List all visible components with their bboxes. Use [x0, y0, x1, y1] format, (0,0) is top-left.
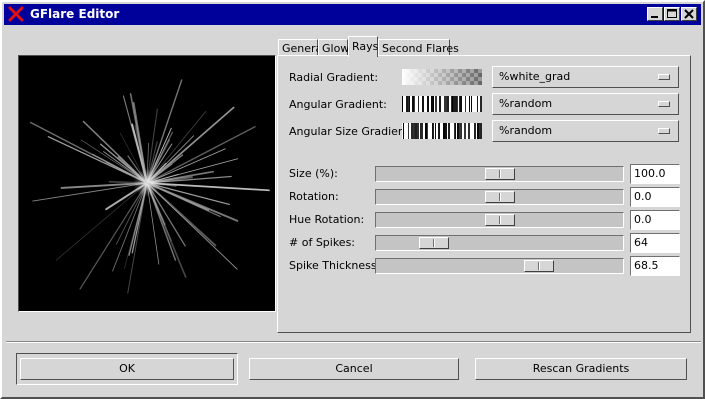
rescan-gradients-button[interactable]: Rescan Gradients [475, 358, 687, 380]
option-menu-indicator-icon [658, 128, 670, 134]
hue-rotation-entry[interactable]: 0.0 [630, 210, 680, 230]
spike-thickness-slider[interactable] [375, 258, 624, 274]
radial-gradient-menu[interactable]: %white_grad [492, 66, 679, 88]
maximize-icon [667, 9, 677, 18]
radial-gradient-value: %white_grad [499, 70, 571, 83]
tab-rays[interactable]: Rays [348, 36, 378, 57]
close-icon [684, 9, 694, 19]
flare-rays-image [29, 79, 270, 294]
spikes-slider[interactable] [375, 235, 624, 251]
spike-thickness-slider-thumb[interactable] [524, 260, 554, 272]
size-label: Size (%): [289, 167, 338, 180]
size-slider-thumb[interactable] [485, 168, 515, 180]
radial-gradient-swatch [402, 69, 482, 85]
cancel-button[interactable]: Cancel [249, 358, 459, 380]
button-separator [6, 341, 701, 343]
option-menu-indicator-icon [658, 101, 670, 107]
angular-size-gradient-menu[interactable]: %random [492, 120, 679, 142]
app-x-icon [8, 6, 24, 22]
angular-gradient-swatch [402, 96, 482, 112]
spike-thickness-label: Spike Thickness: [289, 259, 381, 272]
gflare-editor-window: GFlare Editor General Glow Rays Second F… [0, 0, 705, 399]
rotation-entry[interactable]: 0.0 [630, 187, 680, 207]
window-title: GFlare Editor [30, 7, 120, 21]
ok-button[interactable]: OK [20, 358, 234, 380]
radial-gradient-label: Radial Gradient: [289, 71, 379, 84]
flare-ray [146, 182, 270, 192]
tab-glow[interactable]: Glow [318, 39, 349, 56]
hue-rotation-slider-thumb[interactable] [485, 214, 515, 226]
flare-ray [112, 182, 148, 272]
option-menu-indicator-icon [658, 74, 670, 80]
angular-size-gradient-label: Angular Size Gradient: [289, 125, 413, 138]
spike-thickness-entry[interactable]: 68.5 [630, 256, 680, 276]
flare-preview [18, 55, 276, 312]
spikes-entry[interactable]: 64 [630, 233, 680, 253]
rotation-slider-thumb[interactable] [485, 191, 515, 203]
flare-ray [79, 182, 148, 290]
minimize-icon [651, 16, 658, 18]
angular-gradient-value: %random [499, 97, 553, 110]
hue-rotation-label: Hue Rotation: [289, 213, 365, 226]
close-button[interactable] [681, 7, 697, 21]
maximize-button[interactable] [664, 7, 680, 21]
angular-size-gradient-swatch [402, 123, 482, 139]
size-slider[interactable] [375, 166, 624, 182]
angular-size-gradient-value: %random [499, 124, 553, 137]
flare-ray [127, 182, 148, 294]
minimize-button[interactable] [647, 7, 663, 21]
size-entry[interactable]: 100.0 [630, 164, 680, 184]
flare-ray [29, 121, 148, 184]
hue-rotation-slider[interactable] [375, 212, 624, 228]
tab-general[interactable]: General [278, 39, 325, 56]
tab-second-flares[interactable]: Second Flares [378, 39, 459, 56]
rotation-label: Rotation: [289, 190, 339, 203]
angular-gradient-label: Angular Gradient: [289, 98, 387, 111]
rotation-slider[interactable] [375, 189, 624, 205]
title-bar[interactable]: GFlare Editor [4, 4, 701, 25]
spikes-slider-thumb[interactable] [419, 237, 449, 249]
spikes-label: # of Spikes: [289, 236, 356, 249]
angular-gradient-menu[interactable]: %random [492, 93, 679, 115]
